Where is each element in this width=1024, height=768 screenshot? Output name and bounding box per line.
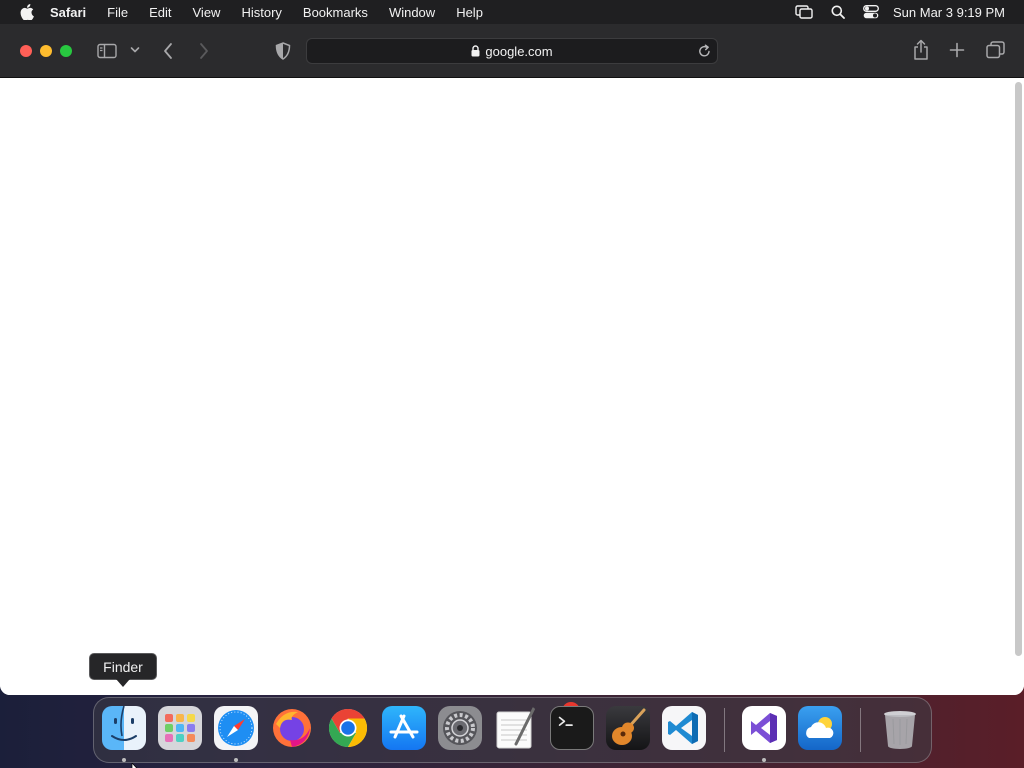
running-indicator-safari [234,758,238,762]
web-content[interactable] [0,78,1024,695]
share-icon[interactable] [912,39,930,61]
dock-app-textedit[interactable] [494,706,538,750]
running-indicator-finder [122,758,126,762]
address-text: google.com [485,43,553,59]
dock-app-vscode[interactable] [662,706,706,750]
dock-app-trash[interactable] [878,706,922,750]
dock: 1 [93,697,932,763]
menu-edit[interactable]: Edit [149,5,171,20]
chevron-down-icon[interactable] [130,46,140,54]
sidebar-icon[interactable] [97,43,117,59]
vscode-icon [668,712,698,744]
menu-file[interactable]: File [107,5,128,20]
menu-app-name[interactable]: Safari [50,5,86,20]
dock-app-visual-studio[interactable] [742,706,786,750]
dock-app-garageband[interactable] [606,706,650,750]
back-icon[interactable] [162,42,174,60]
running-indicator-visual-studio [762,758,766,762]
mouse-cursor-icon [131,759,139,768]
menu-clock[interactable]: Sun Mar 3 9:19 PM [893,5,1005,20]
safari-window: google.com [0,24,1024,695]
forward-icon[interactable] [198,42,210,60]
gear-icon [443,711,477,745]
finder-icon [111,706,137,741]
dock-app-system-settings[interactable] [438,706,482,750]
dock-app-finder[interactable] [102,706,146,750]
menu-view[interactable]: View [193,5,221,20]
menu-bar: Safari File Edit View History Bookmarks … [0,0,1024,24]
window-minimize-button[interactable] [40,45,52,57]
menu-history[interactable]: History [241,5,281,20]
dock-app-app-store[interactable] [382,706,426,750]
browser-toolbar: google.com [0,24,1024,78]
control-center-icon[interactable] [863,5,879,19]
app-store-icon [389,714,419,739]
menu-help[interactable]: Help [456,5,483,20]
tab-overview-icon[interactable] [986,41,1005,59]
dock-app-safari[interactable] [214,706,258,750]
dock-tooltip: Finder [89,653,157,680]
weather-cloud-icon [806,717,834,738]
reload-icon[interactable] [698,44,711,58]
dock-app-chrome[interactable] [326,706,370,750]
spotlight-search-icon[interactable] [831,5,845,19]
guitar-icon [612,708,646,745]
launchpad-icon [165,714,195,742]
tooltip-arrow [116,679,130,687]
chrome-icon [328,708,368,748]
dock-app-firefox[interactable] [270,706,314,750]
vertical-scrollbar[interactable] [1015,82,1022,656]
terminal-icon [558,716,573,726]
screen-mirroring-icon[interactable] [795,5,813,19]
textedit-icon [496,706,536,749]
menu-window[interactable]: Window [389,5,435,20]
dock-app-weather[interactable] [798,706,842,750]
lock-icon [471,45,480,57]
menu-extras: Sun Mar 3 9:19 PM [777,0,1005,24]
visual-studio-icon [751,713,777,743]
firefox-icon [273,709,311,747]
dock-app-launchpad[interactable] [158,706,202,750]
dock-separator [860,708,861,752]
new-tab-icon[interactable] [949,42,965,58]
menu-bookmarks[interactable]: Bookmarks [303,5,368,20]
dock-app-terminal[interactable] [550,706,594,750]
dock-separator [724,708,725,752]
window-close-button[interactable] [20,45,32,57]
apple-menu-icon[interactable] [18,3,36,21]
privacy-shield-icon[interactable] [275,42,291,60]
safari-compass-icon [218,710,254,746]
window-zoom-button[interactable] [60,45,72,57]
trash-icon [884,711,916,749]
address-bar[interactable]: google.com [306,38,718,64]
